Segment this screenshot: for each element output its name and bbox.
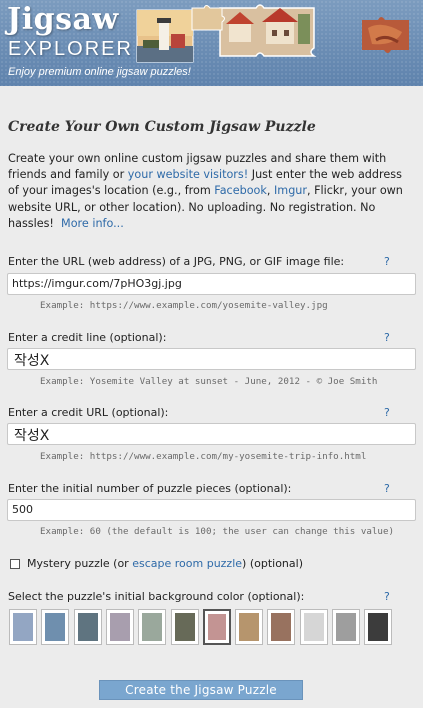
village-puzzle-image [219,4,317,57]
pieces-example-text: Example: 60 (the default is 100; the use… [40,526,395,537]
credit-url-input[interactable]: 작성X [7,423,416,445]
pieces-input[interactable]: 500 [7,499,416,521]
color-swatch[interactable] [138,609,166,645]
color-swatch-fill [110,613,130,641]
color-swatch-fill [142,613,162,641]
background-color-help-link[interactable]: ? [384,590,390,603]
puzzle-piece-image [191,5,225,31]
color-swatch-fill [271,613,291,641]
credit-line-example-text: Example: Yosemite Valley at sunset - Jun… [40,376,378,387]
color-swatch-fill [78,613,98,641]
mystery-label-pre: Mystery puzzle (or [27,557,133,570]
facebook-link[interactable]: Facebook [214,184,267,197]
pieces-label: Enter the initial number of puzzle piece… [8,482,292,495]
color-swatch[interactable] [9,609,37,645]
credit-line-help-link[interactable]: ? [384,331,390,344]
color-swatch-fill [336,613,356,641]
color-swatch-fill [208,614,226,640]
credit-url-label: Enter a credit URL (optional): [8,406,169,419]
color-swatch[interactable] [300,609,328,645]
website-visitors-link[interactable]: your website visitors! [128,168,248,181]
credit-url-help-link[interactable]: ? [384,406,390,419]
url-example-text: Example: https://www.example.com/yosemit… [40,300,328,311]
color-swatch-fill [368,613,388,641]
color-swatch-fill [13,613,33,641]
color-swatch[interactable] [74,609,102,645]
mystery-puzzle-checkbox[interactable] [10,559,20,569]
page-title: Create Your Own Custom Jigsaw Puzzle [8,119,316,135]
create-puzzle-button[interactable]: Create the Jigsaw Puzzle [99,680,303,700]
color-swatch-fill [239,613,259,641]
color-swatch-fill [45,613,65,641]
mystery-label-post: ) (optional) [242,557,303,570]
url-field-label: Enter the URL (web address) of a JPG, PN… [8,255,345,268]
color-swatch[interactable] [332,609,360,645]
logo-subtitle[interactable]: EXPLORER [8,38,133,61]
credit-line-input[interactable]: 작성X [7,348,416,370]
color-swatch[interactable] [364,609,392,645]
color-swatch[interactable] [171,609,199,645]
color-swatch-fill [175,613,195,641]
credit-line-label: Enter a credit line (optional): [8,331,167,344]
url-help-link[interactable]: ? [384,255,390,268]
color-swatch-fill [304,613,324,641]
credit-url-example-text: Example: https://www.example.com/my-yose… [40,451,367,462]
color-swatch[interactable] [203,609,231,645]
lighthouse-puzzle-image [136,9,194,63]
escape-room-puzzle-link[interactable]: escape room puzzle [132,557,242,570]
background-color-swatches [9,609,392,649]
logo-title[interactable]: Jigsaw [7,2,119,37]
color-swatch[interactable] [267,609,295,645]
image-url-input[interactable]: https://imgur.com/7pHO3gj.jpg [7,273,416,295]
color-swatch[interactable] [235,609,263,645]
mystery-puzzle-label: Mystery puzzle (or escape room puzzle) (… [27,557,303,570]
tagline: Enjoy premium online jigsaw puzzles! [8,66,191,78]
imgur-link[interactable]: Imgur [274,184,307,197]
rock-puzzle-image [362,17,409,53]
site-header: Jigsaw EXPLORER Enjoy premium online jig… [0,0,423,86]
background-color-label: Select the puzzle's initial background c… [8,590,305,603]
intro-paragraph: Create your own online custom jigsaw puz… [8,151,413,232]
more-info-link[interactable]: More info... [61,217,124,230]
color-swatch[interactable] [41,609,69,645]
color-swatch[interactable] [106,609,134,645]
intro-comma: , [266,184,274,198]
pieces-help-link[interactable]: ? [384,482,390,495]
